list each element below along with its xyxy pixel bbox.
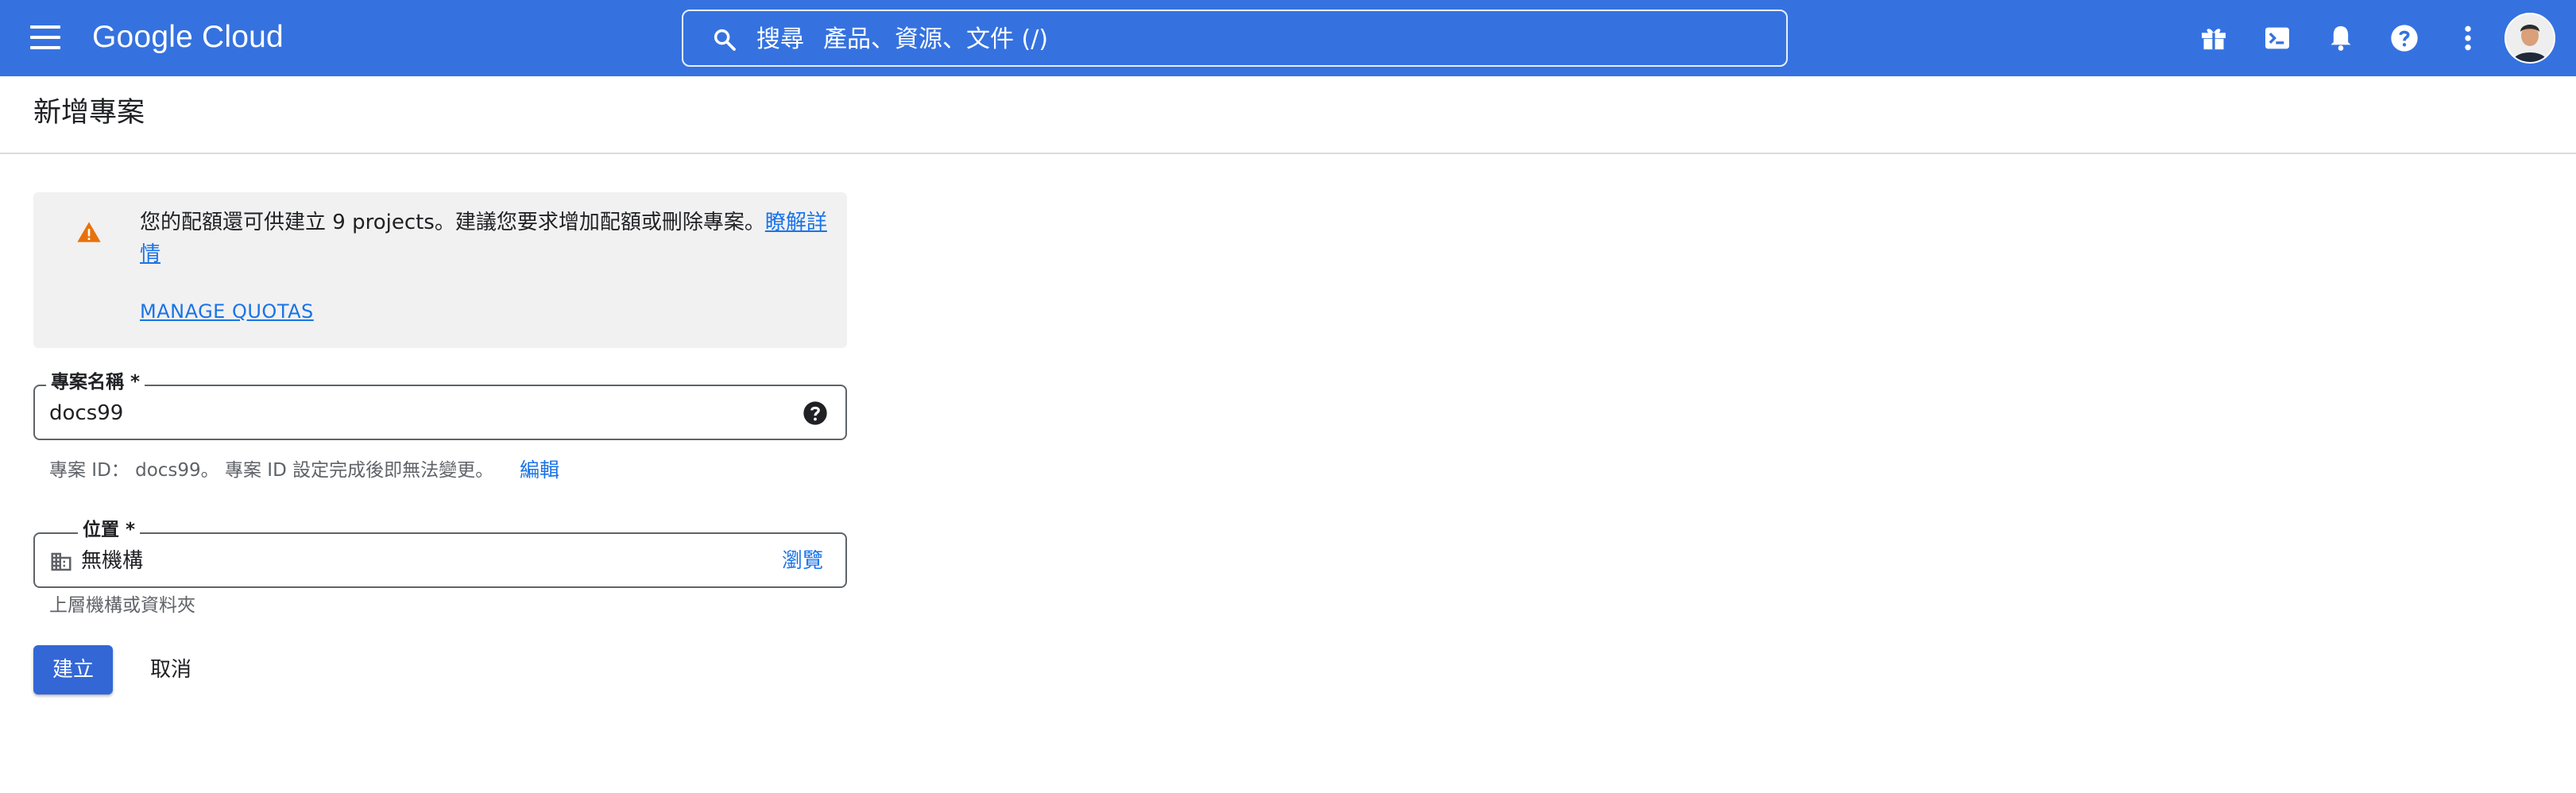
page-title: 新增專案 <box>33 97 145 129</box>
cancel-button[interactable]: 取消 <box>135 645 207 694</box>
warning-icon <box>77 222 101 242</box>
project-id-hint: 專案 ID： docs99。 專案 ID 設定完成後即無法變更。 <box>49 460 494 481</box>
search-label: 搜尋 <box>756 25 804 53</box>
create-button[interactable]: 建立 <box>33 645 113 694</box>
help-icon[interactable] <box>2388 22 2420 54</box>
location-hint: 上層機構或資料夾 <box>49 595 195 616</box>
avatar[interactable] <box>2504 13 2555 64</box>
notice-message: 您的配額還可供建立 9 projects。建議您要求增加配額或刪除專案。 <box>140 211 765 234</box>
location-value: 無機構 <box>81 549 144 573</box>
location-label: 位置 * <box>78 518 141 542</box>
edit-project-id-link[interactable]: 編輯 <box>520 458 559 483</box>
quota-notice: 您的配額還可供建立 9 projects。建議您要求增加配額或刪除專案。瞭解詳情… <box>33 192 847 348</box>
location-field[interactable]: 位置 * 無機構 瀏覽 <box>33 518 847 588</box>
top-app-bar: Google Cloud 搜尋 產品、資源、文件 (/) <box>0 0 2576 76</box>
help-icon[interactable] <box>803 400 828 426</box>
organization-icon <box>51 552 72 571</box>
search-input[interactable]: 搜尋 產品、資源、文件 (/) <box>682 10 1788 67</box>
gift-icon[interactable] <box>2198 22 2230 54</box>
project-name-label: 專案名稱 * <box>46 370 145 394</box>
more-vert-icon[interactable] <box>2452 22 2484 54</box>
search-icon <box>714 29 736 51</box>
terminal-icon[interactable] <box>2261 22 2293 54</box>
search-placeholder: 產品、資源、文件 (/) <box>823 25 1049 53</box>
bell-icon[interactable] <box>2325 22 2357 54</box>
manage-quotas-link[interactable]: MANAGE QUOTAS <box>140 296 314 327</box>
project-name-field[interactable]: 專案名稱 * docs99 <box>33 370 847 440</box>
user-avatar-icon <box>2506 14 2554 62</box>
google-cloud-logo[interactable]: Google Cloud <box>92 17 284 57</box>
menu-icon[interactable] <box>30 24 62 51</box>
browse-button[interactable]: 瀏覽 <box>782 548 823 574</box>
notice-text: 您的配額還可供建立 9 projects。建議您要求增加配額或刪除專案。瞭解詳情 <box>140 207 839 270</box>
divider <box>0 153 2576 154</box>
project-name-input[interactable]: docs99 <box>49 400 123 426</box>
